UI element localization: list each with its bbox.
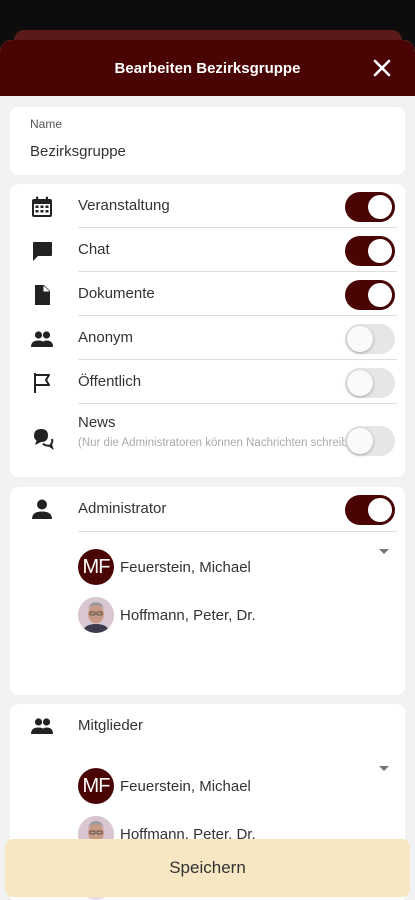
toggle-veranstaltung[interactable] — [345, 192, 395, 222]
avatar: MF — [78, 549, 114, 585]
toggle-chat[interactable] — [345, 236, 395, 266]
status-bar — [0, 0, 415, 30]
list-item[interactable]: MF Feuerstein, Michael — [78, 543, 405, 591]
option-row-oeffentlich: Öffentlich — [10, 360, 405, 404]
edit-group-sheet: Bearbeiten Bezirksgruppe Name Bezirksgru… — [0, 40, 415, 900]
people-icon — [31, 718, 53, 734]
page-title: Bearbeiten Bezirksgruppe — [114, 59, 301, 77]
name-field-label: Name — [30, 117, 63, 131]
calendar-icon — [32, 196, 52, 217]
close-icon — [373, 59, 391, 77]
chevron-down-icon[interactable] — [379, 549, 389, 554]
administrator-list: MF Feuerstein, Michael Hoffmann, Peter, … — [10, 533, 405, 639]
option-row-anonym: Anonym — [10, 316, 405, 360]
option-row-news: News (Nur die Administratoren können Nac… — [10, 404, 405, 476]
option-label: Chat — [78, 241, 110, 258]
list-item[interactable]: Hoffmann, Peter, Dr. — [78, 591, 405, 639]
chevron-down-icon[interactable] — [379, 766, 389, 771]
name-field-value[interactable]: Bezirksgruppe — [30, 143, 385, 160]
person-name: Feuerstein, Michael — [120, 558, 251, 576]
chat-bubble-icon — [33, 242, 52, 261]
administrator-label: Administrator — [78, 500, 167, 517]
toggle-news[interactable] — [345, 426, 395, 456]
option-row-veranstaltung: Veranstaltung — [10, 184, 405, 228]
save-button[interactable]: Speichern — [5, 839, 410, 897]
option-label: Anonym — [78, 329, 134, 346]
option-label: News — [78, 414, 116, 431]
option-label: Öffentlich — [78, 373, 142, 390]
avatar: MF — [78, 768, 114, 804]
option-row-dokumente: Dokumente — [10, 272, 405, 316]
person-icon — [32, 499, 52, 519]
avatar — [78, 597, 114, 633]
news-icon — [34, 429, 54, 450]
document-icon — [35, 285, 50, 305]
divider — [78, 531, 397, 532]
administrator-header: Administrator — [10, 487, 405, 533]
flag-icon — [34, 373, 50, 393]
option-sublabel: (Nur die Administratoren können Nachrich… — [78, 437, 365, 449]
toggle-administrator[interactable] — [345, 495, 395, 525]
person-name: Hoffmann, Peter, Dr. — [120, 606, 256, 624]
option-label: Veranstaltung — [78, 197, 170, 214]
person-name: Feuerstein, Michael — [120, 777, 251, 795]
members-label: Mitglieder — [78, 717, 144, 734]
list-item[interactable]: MF Feuerstein, Michael — [78, 762, 405, 810]
options-card: Veranstaltung Chat Dokumente Anonym Öffe… — [10, 184, 405, 477]
name-field[interactable]: Name Bezirksgruppe — [10, 107, 405, 175]
option-row-chat: Chat — [10, 228, 405, 272]
option-label: Dokumente — [78, 285, 155, 302]
close-button[interactable] — [369, 55, 395, 81]
administrator-card: Administrator MF Feuerstein, Michael Hof… — [10, 487, 405, 695]
toggle-dokumente[interactable] — [345, 280, 395, 310]
members-header: Mitglieder — [10, 704, 405, 750]
save-button-label: Speichern — [169, 858, 246, 877]
sheet-header: Bearbeiten Bezirksgruppe — [0, 40, 415, 96]
people-icon — [31, 331, 53, 347]
toggle-oeffentlich[interactable] — [345, 368, 395, 398]
toggle-anonym[interactable] — [345, 324, 395, 354]
